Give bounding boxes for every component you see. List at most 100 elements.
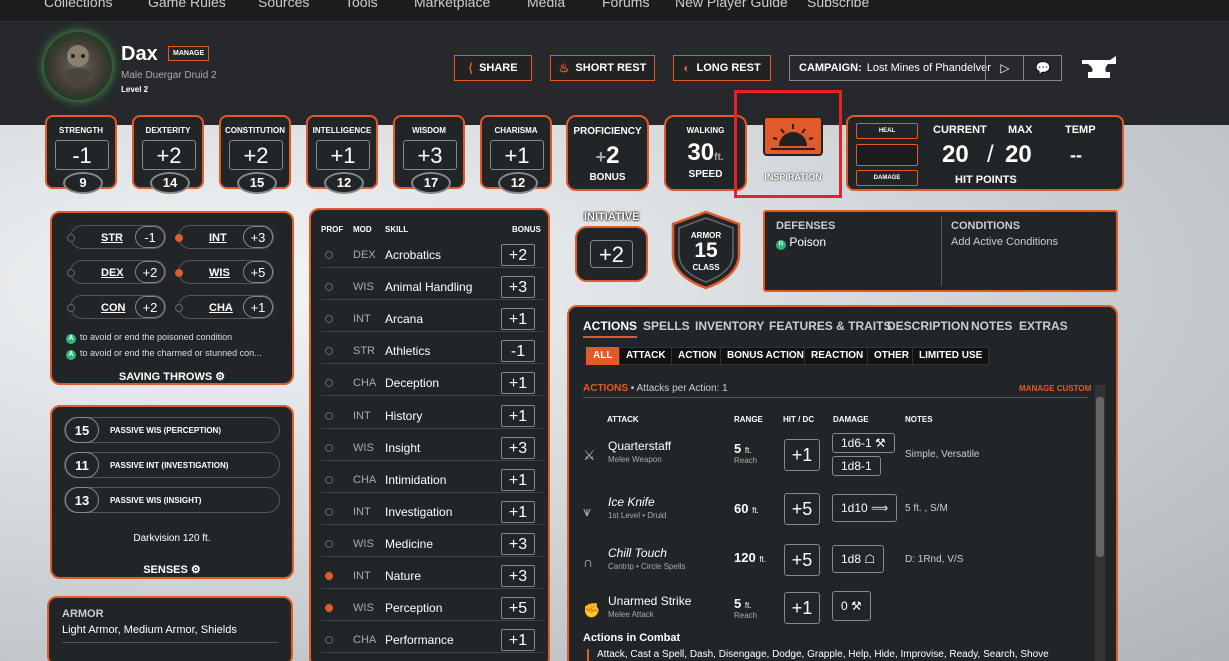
hp-temp[interactable]: -- (1070, 145, 1082, 166)
filter-bonus-action[interactable]: BONUS ACTION (720, 347, 811, 365)
skill-bonus[interactable]: -1 (501, 340, 535, 363)
save-int[interactable]: INT +3 (175, 225, 274, 249)
save-con[interactable]: CON +2 (67, 295, 166, 319)
tab-extras[interactable]: EXTRAS (1019, 319, 1068, 333)
ability-intelligence[interactable]: INTELLIGENCE +1 12 (306, 115, 378, 194)
nav-game-rules[interactable]: Game Rules (148, 0, 226, 10)
nav-collections[interactable]: Collections (44, 0, 112, 10)
ability-wisdom[interactable]: WISDOM +3 17 (393, 115, 465, 194)
skill-bonus[interactable]: +3 (501, 565, 535, 587)
skill-bonus[interactable]: +1 (501, 404, 535, 427)
skill-bonus[interactable]: +1 (501, 629, 535, 652)
skill-bonus[interactable]: +5 (501, 597, 535, 620)
long-rest-button[interactable]: ◐ LONG REST (673, 55, 771, 81)
defenses-panel[interactable]: DEFENSES R Poison CONDITIONS Add Active … (763, 210, 1118, 292)
manage-button[interactable]: MANAGE (168, 46, 210, 61)
damage-button[interactable]: 1d10 ⟹ (832, 494, 898, 522)
damage-button[interactable]: 1d6-1 ⚒ (832, 433, 895, 453)
ability-dexterity[interactable]: DEXTERITY +2 14 (132, 115, 204, 194)
add-conditions-link[interactable]: Add Active Conditions (951, 236, 1058, 248)
skill-athletics[interactable]: STR Athletics -1 (321, 338, 543, 365)
armor-class[interactable]: ARMOR 15 CLASS (669, 210, 743, 290)
nav-tools[interactable]: Tools (345, 0, 378, 10)
filter-limited-use[interactable]: LIMITED USE (912, 347, 990, 365)
necrotic-icon: ☖ (864, 552, 876, 566)
saving-throws-title[interactable]: SAVING THROWS ⚙ (52, 370, 292, 383)
hit-button[interactable]: +5 (784, 544, 820, 576)
senses-title[interactable]: SENSES ⚙ (52, 563, 292, 576)
damage-button[interactable]: DAMAGE (856, 170, 918, 186)
avatar[interactable] (44, 32, 112, 100)
tab-notes[interactable]: NOTES (971, 319, 1012, 333)
skill-bonus[interactable]: +1 (501, 500, 535, 523)
hit-button[interactable]: +1 (784, 439, 820, 471)
save-dex[interactable]: DEX +2 (67, 260, 166, 284)
filter-attack[interactable]: ATTACK (619, 347, 673, 365)
skill-nature[interactable]: INT Nature +3 (321, 563, 543, 589)
skill-bonus[interactable]: +2 (501, 244, 535, 266)
manage-custom-button[interactable]: MANAGE CUSTOM (1019, 384, 1091, 393)
col-notes: NOTES (905, 415, 933, 424)
skill-bonus[interactable]: +1 (501, 308, 535, 331)
tab-spells[interactable]: SPELLS (643, 319, 690, 333)
actions-scrollbar[interactable] (1095, 385, 1105, 661)
play-icon[interactable]: ▷ (985, 56, 1024, 80)
nav-new-player-guide[interactable]: New Player Guide (675, 0, 788, 10)
action-row[interactable]: ∩ Chill Touch Cantrip • Circle Spells 12… (581, 542, 1091, 592)
nav-forums[interactable]: Forums (602, 0, 649, 10)
tab-inventory[interactable]: INVENTORY (695, 319, 764, 333)
scrollbar-thumb[interactable] (1096, 397, 1104, 557)
filter-action[interactable]: ACTION (671, 347, 724, 365)
damage-button[interactable]: 1d8 ☖ (832, 545, 885, 573)
tab-features-traits[interactable]: FEATURES & TRAITS (769, 319, 891, 333)
skill-deception[interactable]: CHA Deception +1 (321, 370, 543, 397)
filter-other[interactable]: OTHER (867, 347, 916, 365)
skill-investigation[interactable]: INT Investigation +1 (321, 499, 543, 525)
chat-icon[interactable]: 💬 (1023, 56, 1062, 80)
save-cha[interactable]: CHA +1 (175, 295, 274, 319)
skill-perception[interactable]: WIS Perception +5 (321, 595, 543, 622)
short-rest-button[interactable]: ♨ SHORT REST (550, 55, 655, 81)
skill-bonus[interactable]: +1 (501, 372, 535, 395)
skill-history[interactable]: INT History +1 (321, 403, 543, 429)
save-str[interactable]: STR -1 (67, 225, 166, 249)
hit-button[interactable]: +1 (784, 592, 820, 624)
nav-marketplace[interactable]: Marketplace (414, 0, 490, 10)
initiative-box[interactable]: +2 (575, 226, 648, 282)
ability-score: 15 (237, 172, 277, 194)
skill-intimidation[interactable]: CHA Intimidation +1 (321, 467, 543, 493)
skill-bonus[interactable]: +3 (501, 276, 535, 299)
skill-animal-handling[interactable]: WIS Animal Handling +3 (321, 274, 543, 301)
skill-insight[interactable]: WIS Insight +3 (321, 435, 543, 461)
skill-arcana[interactable]: INT Arcana +1 (321, 306, 543, 333)
campaign-name[interactable]: Lost Mines of Phandelver (862, 62, 991, 74)
save-wis[interactable]: WIS +5 (175, 260, 274, 284)
nav-subscribe[interactable]: Subscribe (807, 0, 869, 10)
skill-bonus[interactable]: +1 (501, 468, 535, 491)
skill-acrobatics[interactable]: DEX Acrobatics +2 (321, 242, 543, 268)
skill-performance[interactable]: CHA Performance +1 (321, 627, 543, 654)
damage-button[interactable]: 0 ⚒ (832, 591, 871, 621)
action-row[interactable]: ⩛ Ice Knife 1st Level • Druid 60 ft. +5 … (581, 491, 1091, 541)
hp-adjust-input[interactable] (856, 144, 918, 166)
share-button[interactable]: ⟨ SHARE (454, 55, 532, 81)
heal-button[interactable]: HEAL (856, 123, 918, 139)
ability-charisma[interactable]: CHARISMA +1 12 (480, 115, 552, 194)
nav-media[interactable]: Media (527, 0, 565, 10)
hp-current[interactable]: 20 (942, 141, 969, 169)
filter-all[interactable]: ALL (586, 347, 620, 365)
ability-constitution[interactable]: CONSTITUTION +2 15 (219, 115, 291, 194)
damage-versatile-button[interactable]: 1d8-1 (832, 456, 881, 476)
skill-medicine[interactable]: WIS Medicine +3 (321, 531, 543, 557)
hit-button[interactable]: +5 (784, 493, 820, 525)
nav-sources[interactable]: Sources (258, 0, 309, 10)
skill-bonus[interactable]: +3 (501, 436, 535, 459)
tab-description[interactable]: DESCRIPTION (887, 319, 969, 333)
filter-reaction[interactable]: REACTION (804, 347, 871, 365)
proficiencies-panel[interactable]: ARMOR Light Armor, Medium Armor, Shields (47, 596, 293, 661)
ability-strength[interactable]: STRENGTH -1 9 (45, 115, 117, 194)
actions-in-combat-list[interactable]: Attack, Cast a Spell, Dash, Disengage, D… (587, 649, 1087, 661)
skill-bonus[interactable]: +3 (501, 532, 535, 555)
action-row[interactable]: ⚔ Quarterstaff Melee Weapon 5 ft. Reach … (581, 433, 1091, 485)
tab-actions[interactable]: ACTIONS (583, 319, 637, 338)
